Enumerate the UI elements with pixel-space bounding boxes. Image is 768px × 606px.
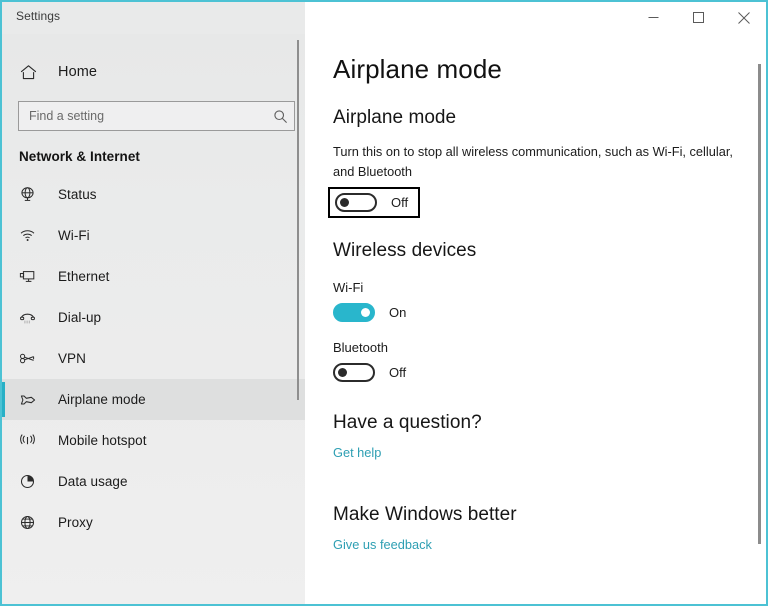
sidebar: Home Network & Internet bbox=[2, 34, 305, 604]
broadcast-icon bbox=[19, 432, 41, 449]
sidebar-item-data-usage[interactable]: Data usage bbox=[2, 461, 305, 502]
search-box[interactable] bbox=[18, 101, 295, 131]
sidebar-item-label: Ethernet bbox=[58, 269, 110, 284]
dialup-phone-icon bbox=[19, 309, 41, 326]
question-section-heading: Have a question? bbox=[333, 411, 482, 433]
sidebar-item-label: Status bbox=[58, 187, 97, 202]
airplane-icon bbox=[19, 391, 41, 409]
bluetooth-label: Bluetooth bbox=[333, 339, 388, 355]
airplane-description: Turn this on to stop all wireless commun… bbox=[333, 144, 733, 179]
sidebar-item-label: Wi-Fi bbox=[58, 228, 90, 243]
airplane-mode-toggle-state: Off bbox=[391, 194, 409, 210]
wifi-toggle[interactable] bbox=[333, 302, 375, 322]
wireless-section-heading: Wireless devices bbox=[333, 239, 477, 261]
toggle-knob bbox=[338, 367, 347, 377]
maximize-button[interactable] bbox=[676, 2, 721, 33]
sidebar-item-label: Proxy bbox=[58, 515, 93, 530]
search-icon[interactable] bbox=[266, 109, 294, 124]
home-icon bbox=[20, 64, 42, 81]
vpn-key-icon bbox=[19, 350, 41, 367]
sidebar-item-home[interactable]: Home bbox=[2, 55, 305, 89]
sidebar-item-dialup[interactable]: Dial-up bbox=[2, 297, 305, 338]
ethernet-icon bbox=[19, 268, 41, 285]
toggle-knob bbox=[340, 197, 349, 207]
sidebar-item-label: Airplane mode bbox=[58, 392, 146, 407]
sidebar-nav: Status Wi-Fi Ethernet Dial-up VPN Airpla… bbox=[2, 174, 305, 543]
sidebar-scrollbar[interactable] bbox=[293, 34, 305, 604]
window-title: Settings bbox=[16, 9, 61, 23]
sidebar-item-label: VPN bbox=[58, 351, 86, 366]
bluetooth-toggle[interactable] bbox=[333, 362, 375, 382]
main-scrollbar[interactable] bbox=[753, 34, 765, 604]
sidebar-item-ethernet[interactable]: Ethernet bbox=[2, 256, 305, 297]
minimize-button[interactable] bbox=[631, 2, 676, 33]
sidebar-item-status[interactable]: Status bbox=[2, 174, 305, 215]
wifi-label: Wi-Fi bbox=[333, 279, 364, 295]
give-feedback-link[interactable]: Give us feedback bbox=[333, 537, 432, 552]
bluetooth-toggle-state: Off bbox=[389, 364, 407, 380]
sidebar-item-label: Mobile hotspot bbox=[58, 433, 147, 448]
sidebar-item-label: Data usage bbox=[58, 474, 128, 489]
sidebar-item-proxy[interactable]: Proxy bbox=[2, 502, 305, 543]
bluetooth-toggle-row[interactable]: Off bbox=[333, 362, 407, 382]
search-input[interactable] bbox=[19, 102, 266, 130]
title-bar: Settings bbox=[2, 2, 766, 34]
airplane-section-heading: Airplane mode bbox=[333, 107, 457, 128]
main-scrollbar-thumb[interactable] bbox=[758, 64, 761, 544]
pie-chart-icon bbox=[19, 473, 41, 490]
airplane-mode-toggle-row[interactable]: Off bbox=[328, 186, 421, 218]
sidebar-item-airplane-mode[interactable]: Airplane mode bbox=[2, 379, 305, 420]
sidebar-item-label: Dial-up bbox=[58, 310, 102, 325]
wifi-toggle-state: On bbox=[389, 304, 407, 320]
sidebar-item-vpn[interactable]: VPN bbox=[2, 338, 305, 379]
globe-status-icon bbox=[19, 186, 41, 203]
close-button[interactable] bbox=[721, 2, 766, 33]
sidebar-item-mobile-hotspot[interactable]: Mobile hotspot bbox=[2, 420, 305, 461]
wifi-toggle-row[interactable]: On bbox=[333, 302, 407, 322]
page-title: Airplane mode bbox=[333, 54, 502, 84]
sidebar-group-title: Network & Internet bbox=[19, 149, 140, 164]
main-content: Airplane mode Airplane mode Turn this on… bbox=[305, 34, 766, 604]
get-help-link[interactable]: Get help bbox=[333, 445, 381, 460]
globe-icon bbox=[19, 514, 41, 531]
feedback-section-heading: Make Windows better bbox=[333, 503, 517, 525]
window-controls bbox=[631, 2, 766, 34]
toggle-knob bbox=[361, 307, 370, 317]
sidebar-item-wifi[interactable]: Wi-Fi bbox=[2, 215, 305, 256]
home-label: Home bbox=[58, 64, 98, 80]
sidebar-scrollbar-thumb[interactable] bbox=[297, 40, 299, 400]
wifi-icon bbox=[19, 227, 41, 244]
airplane-mode-toggle[interactable] bbox=[335, 192, 377, 212]
settings-window: Settings Home Find a setting Network & I… bbox=[0, 0, 768, 606]
